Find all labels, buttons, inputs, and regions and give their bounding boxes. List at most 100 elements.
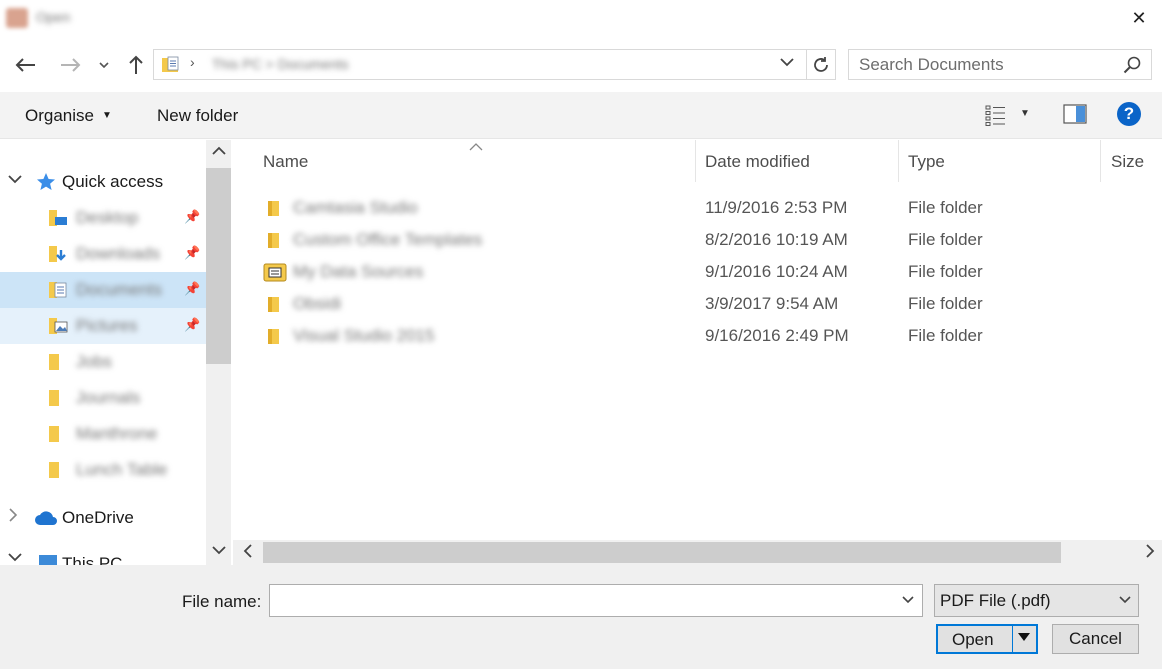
nav-item-label: Journals — [76, 388, 141, 407]
nav-scrollbar-thumb[interactable] — [206, 168, 231, 364]
column-divider[interactable] — [1100, 140, 1101, 182]
title-bar: Open ✕ — [0, 0, 1162, 36]
filename-combobox[interactable] — [269, 584, 923, 617]
chevron-down-icon — [780, 58, 794, 67]
pin-icon[interactable]: 📌 — [184, 317, 200, 333]
filename-input[interactable] — [276, 591, 876, 611]
chevron-right-icon[interactable] — [8, 508, 18, 525]
file-type: File folder — [908, 262, 983, 281]
documents-folder-icon — [49, 282, 67, 298]
table-row[interactable]: My Data Sources 9/1/2016 10:24 AM File f… — [233, 256, 1113, 288]
folder-icon — [49, 354, 59, 370]
file-type-select[interactable]: PDF File (.pdf) — [934, 584, 1139, 617]
scroll-right-icon[interactable] — [1145, 544, 1155, 561]
file-date: 8/2/2016 10:19 AM — [705, 230, 848, 249]
folder-icon — [268, 233, 279, 248]
table-row[interactable]: Camtasia Studio 11/9/2016 2:53 PM File f… — [233, 192, 1113, 224]
organise-button[interactable]: Organise ▼ — [25, 106, 112, 126]
nav-item-label: Lunch Table — [76, 460, 168, 479]
split-divider — [1012, 626, 1013, 652]
app-icon — [6, 8, 28, 28]
nav-item-folder[interactable]: Manthrone — [0, 416, 206, 452]
scroll-up-icon[interactable] — [212, 144, 226, 159]
nav-item-pictures[interactable]: Pictures 📌 — [0, 308, 206, 344]
table-row[interactable]: Obsidi 3/9/2017 9:54 AM File folder — [233, 288, 1113, 320]
file-type-value: PDF File (.pdf) — [940, 591, 1051, 610]
column-header-type[interactable]: Type — [908, 152, 945, 172]
help-button[interactable]: ? — [1117, 102, 1141, 126]
file-type: File folder — [908, 294, 983, 313]
close-button[interactable]: ✕ — [1120, 4, 1158, 32]
star-icon — [37, 173, 55, 190]
pictures-folder-icon — [49, 318, 68, 334]
column-header-name[interactable]: Name — [263, 152, 308, 172]
file-name: My Data Sources — [293, 262, 424, 281]
horizontal-scrollbar-thumb[interactable] — [263, 542, 1061, 563]
pin-icon[interactable]: 📌 — [184, 209, 200, 225]
up-button[interactable] — [121, 50, 151, 80]
scroll-down-icon[interactable] — [212, 543, 226, 558]
close-icon: ✕ — [1131, 7, 1147, 28]
dialog-footer: File name: PDF File (.pdf) Open Cancel — [0, 565, 1162, 669]
forward-button[interactable] — [56, 50, 86, 80]
scroll-left-icon[interactable] — [243, 544, 253, 561]
address-bar[interactable]: › This PC > Documents — [153, 49, 807, 80]
breadcrumb-separator: › — [190, 54, 195, 70]
pin-icon[interactable]: 📌 — [184, 281, 200, 297]
table-row[interactable]: Custom Office Templates 8/2/2016 10:19 A… — [233, 224, 1113, 256]
column-divider[interactable] — [695, 140, 696, 182]
nav-item-folder[interactable]: Lunch Table — [0, 452, 206, 488]
downloads-folder-icon — [49, 246, 66, 262]
nav-this-pc[interactable]: This PC — [0, 546, 206, 565]
breadcrumb[interactable]: This PC > Documents — [212, 56, 392, 72]
chevron-down-icon[interactable] — [8, 172, 22, 187]
data-sources-folder-icon — [263, 263, 287, 282]
nav-item-folder[interactable]: Jobs — [0, 344, 206, 380]
view-details-icon[interactable] — [985, 104, 1007, 126]
chevron-down-icon[interactable] — [902, 592, 914, 607]
horizontal-scrollbar[interactable] — [233, 540, 1162, 565]
nav-item-label: Manthrone — [76, 424, 158, 443]
caret-down-icon: ▼ — [101, 110, 112, 121]
recent-locations-button[interactable] — [92, 50, 116, 80]
preview-pane-icon[interactable] — [1063, 104, 1087, 124]
caret-down-icon[interactable] — [1017, 630, 1031, 645]
file-type: File folder — [908, 230, 983, 249]
navigation-pane: Quick access Desktop 📌 Downloads 📌 Docum… — [0, 140, 206, 565]
file-date: 9/1/2016 10:24 AM — [705, 262, 848, 281]
column-header-size[interactable]: Size — [1111, 152, 1144, 172]
column-divider[interactable] — [898, 140, 899, 182]
nav-item-desktop[interactable]: Desktop 📌 — [0, 200, 206, 236]
folder-icon — [49, 390, 59, 406]
nav-item-folder[interactable]: Journals — [0, 380, 206, 416]
folder-icon — [268, 201, 279, 216]
desktop-folder-icon — [49, 210, 67, 226]
computer-icon — [39, 555, 57, 565]
address-dropdown-button[interactable] — [780, 54, 794, 70]
nav-item-documents[interactable]: Documents 📌 — [0, 272, 206, 308]
cancel-button[interactable]: Cancel — [1052, 624, 1139, 654]
view-options-caret-icon[interactable]: ▼ — [1020, 108, 1030, 119]
file-type: File folder — [908, 326, 983, 345]
folder-icon — [49, 462, 59, 478]
pin-icon[interactable]: 📌 — [184, 245, 200, 261]
nav-item-label: Documents — [76, 280, 162, 299]
nav-quick-access[interactable]: Quick access — [0, 164, 206, 200]
column-header-date[interactable]: Date modified — [705, 152, 810, 172]
open-button[interactable]: Open — [936, 624, 1038, 654]
nav-scrollbar[interactable] — [206, 140, 231, 565]
folder-icon — [49, 426, 59, 442]
nav-item-downloads[interactable]: Downloads 📌 — [0, 236, 206, 272]
onedrive-label: OneDrive — [62, 508, 134, 527]
refresh-button[interactable] — [807, 49, 836, 80]
search-box[interactable] — [848, 49, 1152, 80]
chevron-down-icon[interactable] — [8, 550, 22, 565]
file-name: Visual Studio 2015 — [293, 326, 435, 345]
chevron-down-icon — [1119, 592, 1131, 607]
new-folder-button[interactable]: New folder — [157, 106, 238, 126]
nav-onedrive[interactable]: OneDrive — [0, 500, 206, 536]
nav-item-label: Downloads — [76, 244, 161, 263]
search-input[interactable] — [859, 55, 1109, 75]
table-row[interactable]: Visual Studio 2015 9/16/2016 2:49 PM Fil… — [233, 320, 1113, 352]
back-button[interactable] — [10, 50, 40, 80]
